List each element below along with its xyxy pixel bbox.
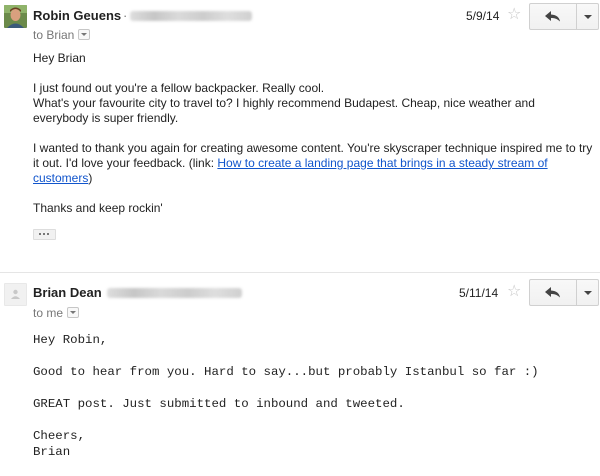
greeting: Hey Brian: [33, 51, 86, 65]
reply-button-group: [529, 279, 599, 306]
sender-email-blurred: [107, 288, 242, 298]
star-icon[interactable]: ☆: [507, 7, 521, 23]
avatar-photo-icon: [4, 5, 27, 28]
message-brian: Brian Dean to me 5/11/14 ☆ Hey Robin, Go…: [0, 273, 600, 470]
reply-button[interactable]: [530, 280, 577, 305]
recipient-line: to me: [33, 306, 80, 320]
sender-separator: ·: [123, 8, 128, 23]
message-body: Hey Brian I just found out you're a fell…: [33, 51, 593, 231]
message-date: 5/11/14: [459, 286, 499, 300]
sender-name[interactable]: Brian Dean: [33, 285, 102, 300]
paragraph-2-close: ): [88, 171, 93, 185]
reply-icon: [545, 11, 560, 22]
sender-email-blurred: [130, 11, 252, 21]
message-body: Hey Robin, Good to hear from you. Hard t…: [33, 332, 593, 476]
star-icon[interactable]: ☆: [507, 284, 521, 300]
reply-button[interactable]: [530, 4, 577, 29]
default-avatar-icon: [11, 289, 20, 299]
paragraph-1-line-2: What's your favourite city to travel to?…: [33, 96, 535, 125]
signature: Cheers, Brian: [33, 428, 593, 460]
recipient-text: to Brian: [33, 28, 75, 42]
sender-avatar[interactable]: [4, 5, 27, 28]
sender-avatar[interactable]: [4, 283, 27, 306]
sender-name[interactable]: Robin Geuens: [33, 8, 121, 23]
recipient-text: to me: [33, 306, 64, 320]
recipient-details-icon[interactable]: [78, 29, 91, 40]
reply-button-group: [529, 3, 599, 30]
reply-icon: [545, 287, 560, 298]
recipient-details-icon[interactable]: [67, 307, 80, 318]
paragraph-2: GREAT post. Just submitted to inbound an…: [33, 397, 405, 411]
paragraph-1: I just found out you're a fellow backpac…: [33, 81, 593, 126]
paragraph-2: I wanted to thank you again for creating…: [33, 141, 593, 186]
greeting: Hey Robin,: [33, 333, 108, 347]
more-actions-dropdown-icon[interactable]: [577, 280, 599, 305]
show-trimmed-content-icon[interactable]: [33, 229, 56, 240]
signature-line-1: Cheers,: [33, 429, 86, 443]
paragraph-1-line-1: I just found out you're a fellow backpac…: [33, 81, 325, 95]
signature-line-2: Brian: [33, 445, 71, 459]
paragraph-1: Good to hear from you. Hard to say...but…: [33, 365, 539, 379]
more-actions-dropdown-icon[interactable]: [577, 4, 599, 29]
closing: Thanks and keep rockin': [33, 201, 163, 215]
message-date: 5/9/14: [466, 9, 500, 23]
recipient-line: to Brian: [33, 28, 91, 42]
message-robin: Robin Geuens · to Brian 5/9/14 ☆ Hey Bri…: [0, 0, 600, 272]
